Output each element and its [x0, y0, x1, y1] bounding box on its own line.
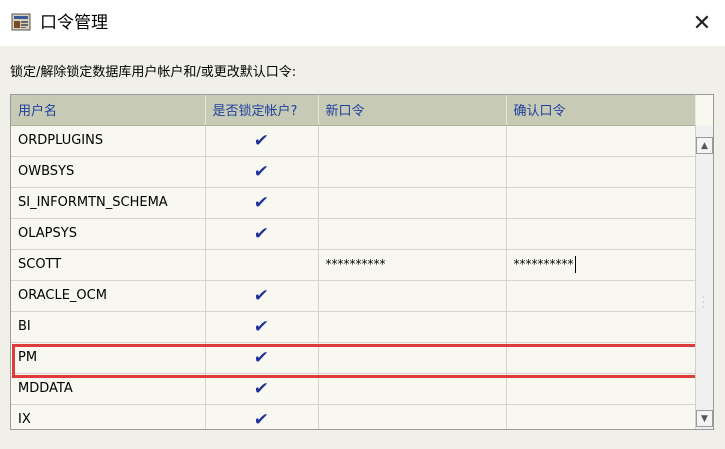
close-button[interactable]: ✕ [679, 0, 725, 46]
confirm-password-cell[interactable] [506, 156, 696, 188]
username-cell: PM [11, 342, 206, 374]
checkmark-icon: ✔ [252, 378, 271, 399]
password-grid: 用户名 是否锁定帐户? 新口令 确认口令 ORDPLUGINS ✔ OWBSYS ✔ S… [10, 94, 714, 430]
table-row[interactable]: OWBSYS ✔ [11, 156, 696, 188]
locked-cell[interactable]: ✔ [205, 311, 319, 343]
text-caret [574, 256, 576, 273]
username-cell: ORDPLUGINS [11, 125, 206, 157]
locked-cell[interactable]: ✔ [205, 404, 319, 430]
app-icon [11, 13, 31, 31]
confirm-password-cell[interactable] [506, 125, 696, 157]
username-cell: OLAPSYS [11, 218, 206, 250]
instructions-label: 锁定/解除锁定数据库用户帐户和/或更改默认口令: [10, 65, 297, 80]
confirm-password-cell[interactable] [506, 187, 696, 219]
column-header-new-password[interactable]: 新口令 [318, 95, 507, 126]
new-password-cell[interactable]: ********** [318, 249, 507, 281]
confirm-password-cell[interactable] [506, 311, 696, 343]
checkmark-icon: ✔ [252, 223, 271, 244]
new-password-cell[interactable] [318, 342, 507, 374]
new-password-cell[interactable] [318, 311, 507, 343]
table-row[interactable]: ORDPLUGINS ✔ [11, 125, 696, 157]
new-password-cell[interactable] [318, 280, 507, 312]
username-cell: BI [11, 311, 206, 343]
username-cell: OWBSYS [11, 156, 206, 188]
new-password-cell[interactable] [318, 404, 507, 429]
table-row[interactable]: IX ✔ [11, 404, 696, 430]
confirm-password-cell[interactable] [506, 280, 696, 312]
locked-cell[interactable]: ✔ [205, 156, 319, 188]
table-row[interactable]: OLAPSYS ✔ [11, 218, 696, 250]
new-password-cell[interactable] [318, 187, 507, 219]
table-row[interactable]: SI_INFORMTN_SCHEMA ✔ [11, 187, 696, 219]
locked-cell[interactable]: ✔ [205, 280, 319, 312]
password-table: 用户名 是否锁定帐户? 新口令 确认口令 ORDPLUGINS ✔ OWBSYS ✔ S… [11, 95, 696, 430]
locked-cell[interactable] [205, 249, 319, 281]
table-row[interactable]: ORACLE_OCM ✔ [11, 280, 696, 312]
checkmark-icon: ✔ [252, 316, 271, 337]
username-cell: IX [11, 404, 206, 429]
close-icon: ✕ [692, 10, 712, 36]
checkmark-icon: ✔ [252, 347, 271, 368]
confirm-password-cell[interactable] [506, 373, 696, 405]
checkmark-icon: ✔ [252, 409, 271, 430]
new-password-cell[interactable] [318, 125, 507, 157]
username-cell: MDDATA [11, 373, 206, 405]
column-header-confirm-password[interactable]: 确认口令 [506, 95, 696, 126]
locked-cell[interactable]: ✔ [205, 187, 319, 219]
column-header-locked[interactable]: 是否锁定帐户? [205, 95, 319, 126]
confirm-password-cell[interactable] [506, 404, 696, 429]
triangle-down-icon: ▼ [701, 413, 708, 424]
username-cell: SI_INFORMTN_SCHEMA [11, 187, 206, 219]
new-password-cell[interactable] [318, 373, 507, 405]
title-bar: 口令管理 ✕ [0, 0, 725, 46]
window-title: 口令管理 [40, 13, 108, 33]
new-password-cell[interactable] [318, 156, 507, 188]
confirm-password-cell[interactable]: ********** [506, 249, 696, 281]
table-row[interactable]: PM ✔ [11, 342, 696, 374]
checkmark-icon: ✔ [252, 161, 271, 182]
checkmark-icon: ✔ [252, 192, 271, 213]
table-row[interactable]: MDDATA ✔ [11, 373, 696, 405]
confirm-password-cell[interactable] [506, 218, 696, 250]
table-header-row: 用户名 是否锁定帐户? 新口令 确认口令 [11, 95, 696, 126]
vertical-scrollbar[interactable]: ▲ · · · ▼ [695, 125, 713, 429]
confirm-password-value: ********** [513, 257, 574, 271]
locked-cell[interactable]: ✔ [205, 342, 319, 374]
scroll-up-button[interactable]: ▲ [696, 137, 713, 154]
scroll-down-button[interactable]: ▼ [696, 410, 713, 427]
column-header-username[interactable]: 用户名 [11, 95, 206, 126]
username-cell: ORACLE_OCM [11, 280, 206, 312]
triangle-up-icon: ▲ [701, 140, 708, 151]
table-row[interactable]: BI ✔ [11, 311, 696, 343]
locked-cell[interactable]: ✔ [205, 218, 319, 250]
checkmark-icon: ✔ [252, 130, 271, 151]
locked-cell[interactable]: ✔ [205, 373, 319, 405]
username-cell: SCOTT [11, 249, 206, 281]
table-row[interactable]: SCOTT ********** ********** [11, 249, 696, 281]
confirm-password-cell[interactable] [506, 342, 696, 374]
new-password-cell[interactable] [318, 218, 507, 250]
table-body: ORDPLUGINS ✔ OWBSYS ✔ SI_INFORMTN_SCHEMA ✔ OLA… [11, 125, 696, 430]
locked-cell[interactable]: ✔ [205, 125, 319, 157]
new-password-value: ********** [325, 257, 386, 271]
scroll-grip-icon[interactable]: · · · [702, 294, 705, 312]
checkmark-icon: ✔ [252, 285, 271, 306]
